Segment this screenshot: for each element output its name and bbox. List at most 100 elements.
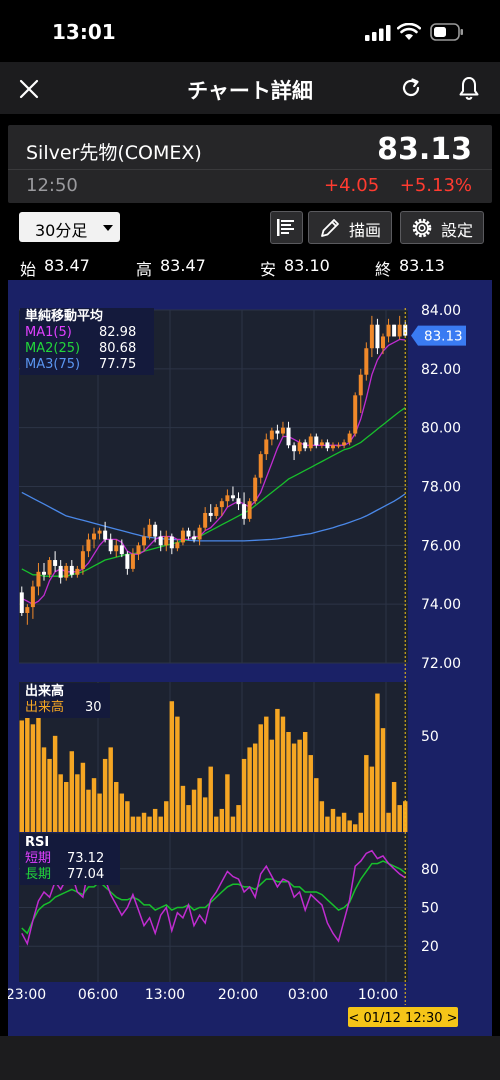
candle-body [197,527,202,540]
volume-bar [86,789,91,832]
candle-body [136,545,141,555]
volume-bar [358,812,363,832]
volume-label: 出来高 [25,700,65,715]
high-value: 83.47 [160,256,206,275]
candle-body [36,571,41,587]
volume-value: 30 [85,700,102,715]
close-label: 終 [375,260,392,279]
candle-body [353,395,358,434]
candle-body [280,427,285,434]
bell-icon[interactable] [458,76,480,100]
interval-select[interactable]: 30分足 [19,212,120,242]
draw-button[interactable]: 描画 [308,211,392,244]
volume-bar [302,732,308,832]
settings-button[interactable]: 設定 [400,211,484,244]
candle-body [125,554,130,569]
volume-bar [264,716,269,832]
candle-body [330,445,335,449]
candle-body [342,442,347,446]
time-axis-tick: 13:00 [145,987,185,1003]
instrument-name: Silver先物(COMEX) [26,142,202,164]
rsi-short-label: 短期 [25,851,52,866]
candle-body [203,512,208,528]
volume-bar [247,747,252,832]
candle-body [97,530,102,534]
candle-body [253,477,258,502]
candle-body [347,433,352,443]
volume-bar [197,778,202,832]
layout-toggle-button[interactable] [270,211,303,244]
volume-bar [69,751,75,832]
low-value: 83.10 [284,256,330,275]
volume-bar [214,816,219,832]
candle-body [392,324,397,337]
candle-body [158,536,163,546]
candle-body [214,507,219,516]
chart-area[interactable]: 84.00 82.00 80.00 78.00 76.00 74.00 72.00 83.13… [8,280,492,1036]
volume-bar [314,778,319,832]
volume-bar [64,782,69,832]
time-axis-tick: 06:00 [78,987,118,1003]
volume-bar [75,774,80,832]
volume-bar [375,693,380,832]
volume-bar [308,755,313,832]
rsi-legend: RSI 短期 73.12 長期 77.04 [20,834,120,885]
volume-bar [280,716,286,832]
candle-body [369,324,374,349]
candle-body [58,565,63,578]
candle-body [64,565,69,578]
volume-bar [252,743,258,832]
volume-bar [108,747,113,832]
candle-body [297,442,302,452]
battery-icon [430,23,463,41]
refresh-icon[interactable] [400,77,422,99]
candle-body [242,504,247,519]
candle-body [286,427,291,446]
volume-bar [241,758,247,832]
candle-body [364,348,369,375]
price-axis-tick: 80.00 [421,421,461,437]
divider [8,169,492,170]
volume-bar [152,808,158,832]
candle-body [308,436,313,449]
volume-bar [208,766,213,832]
volume-bar [91,778,97,832]
volume-bar [47,758,52,832]
volume-bar [380,728,386,832]
volume-bar [41,747,47,832]
candle-body [225,495,230,502]
volume-bar [202,797,208,832]
volume-bar [391,782,397,832]
chart-canvas[interactable]: 84.00 82.00 80.00 78.00 76.00 74.00 72.00 83.13… [8,280,492,1036]
volume-bar [164,801,169,832]
candle-body [30,586,35,608]
ma1-label: MA1(5) [25,325,72,340]
candle-body [192,536,197,540]
rsi-axis-tick: 20 [421,939,439,955]
candle-body [180,530,185,543]
volume-bar [19,720,25,832]
candle-body [219,501,224,508]
ma2-label: MA2(25) [25,341,81,356]
volume-bar [52,735,58,832]
candle-body [42,571,47,575]
ma-legend: 単純移動平均 MA1(5) 82.98 MA2(25) 80.68 MA3(75… [20,308,154,375]
candle-body [303,442,308,449]
price-axis-tick: 78.00 [421,480,461,496]
time-axis-tick: 23:00 [8,987,46,1003]
candle-body [86,539,91,552]
volume-bar [291,743,297,832]
volume-bar [158,816,163,832]
low-label: 安 [260,260,277,279]
candle-body [47,560,52,575]
rsi-axis-tick: 50 [421,901,439,917]
volume-bar [297,739,302,832]
ma-legend-title: 単純移動平均 [25,309,104,324]
candle-body [264,439,269,455]
volume-bar [364,755,369,832]
candle-body [142,536,147,546]
draw-label: 描画 [349,221,382,240]
volume-bar [397,805,402,832]
candle-body [230,495,235,499]
volume-legend-title: 出来高 [25,684,65,699]
